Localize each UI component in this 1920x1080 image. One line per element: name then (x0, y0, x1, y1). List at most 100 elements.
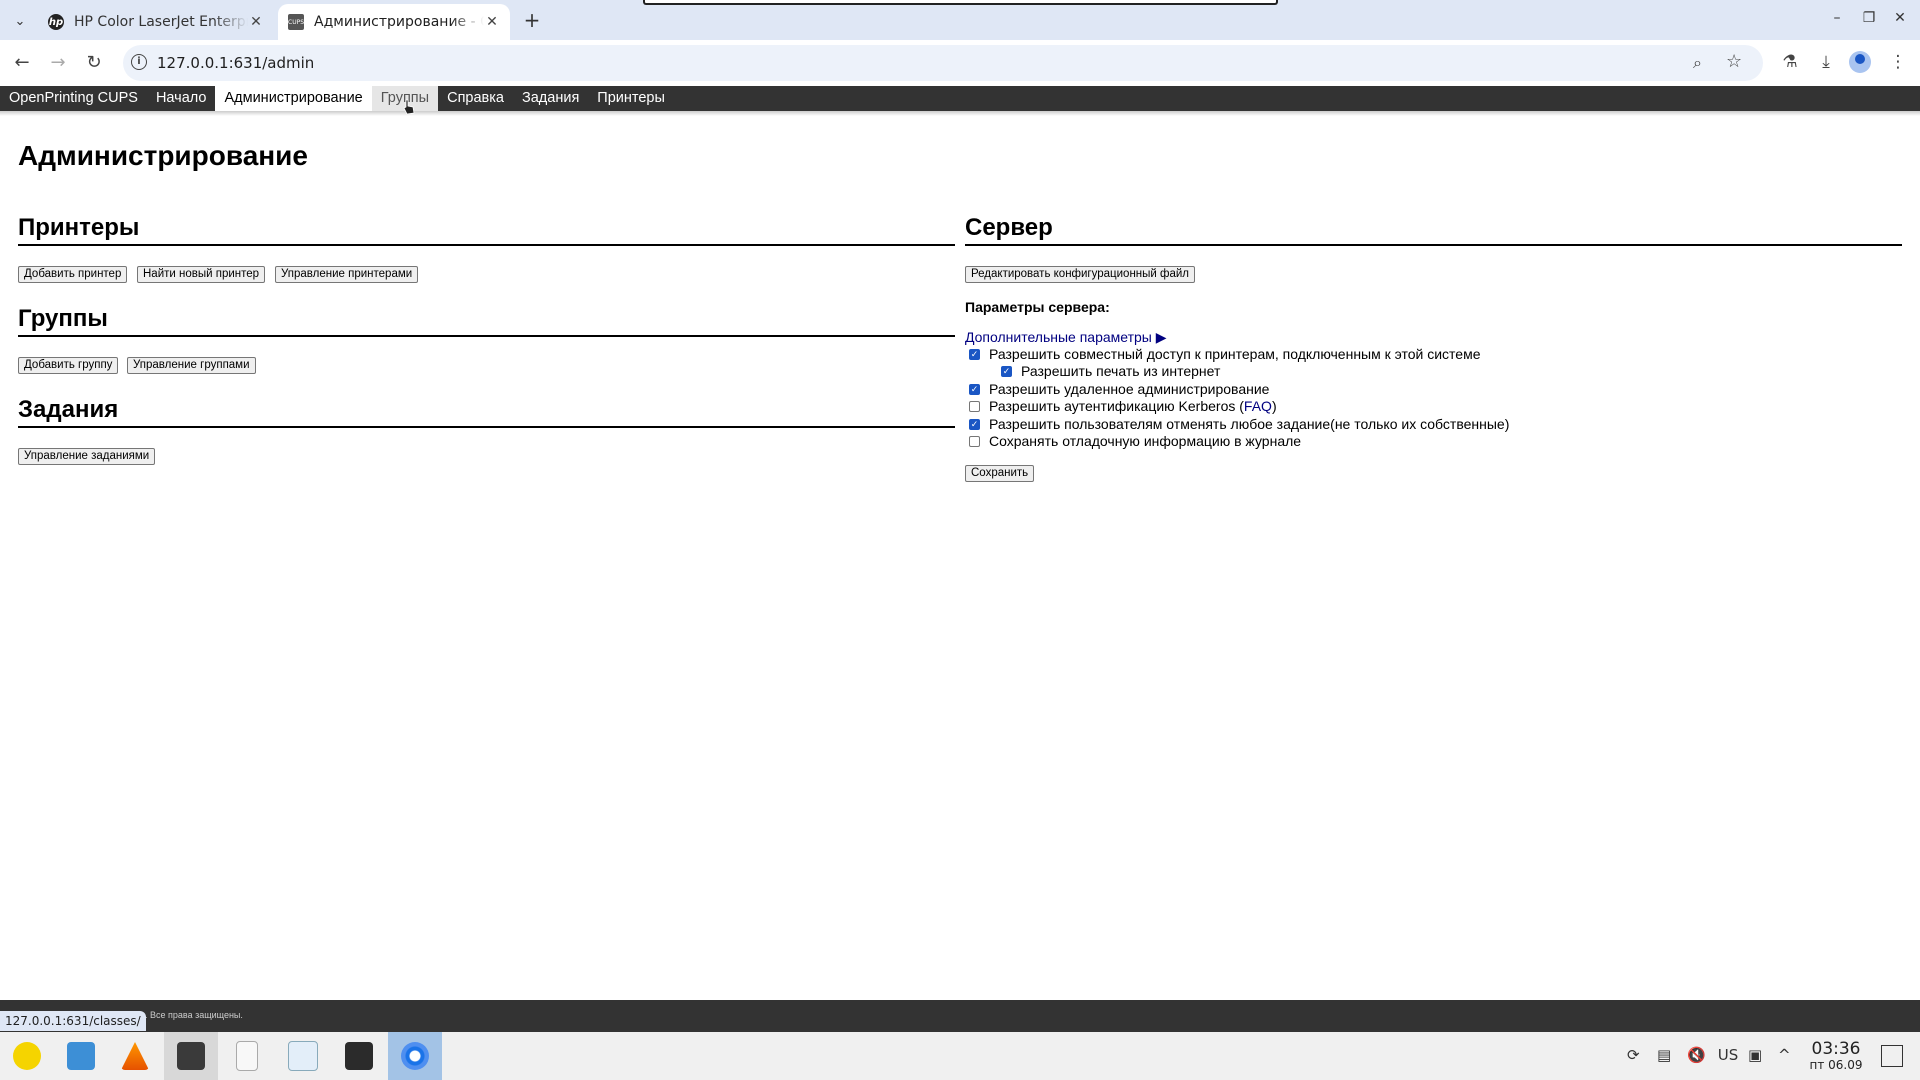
nav-help[interactable]: Справка (438, 86, 513, 111)
close-icon[interactable]: ✕ (248, 14, 264, 30)
keyboard-layout-indicator[interactable]: US (1716, 1046, 1740, 1064)
add-printer-button[interactable]: Добавить принтер (18, 266, 128, 283)
add-group-button[interactable]: Добавить группу (18, 357, 119, 374)
edit-config-file-button[interactable]: Редактировать конфигурационный файл (965, 266, 1196, 283)
terminal-icon (177, 1042, 205, 1070)
cups-navigation-bar: OpenPrinting CUPS Начало Администрирован… (0, 86, 1920, 111)
cancel-any-job-checkbox[interactable]: ✓ (969, 418, 980, 430)
tab-admin-cups[interactable]: CUPS Администрирование - CUPS ✕ (278, 4, 510, 40)
profile-avatar-icon[interactable] (1849, 51, 1871, 73)
drawing-icon (288, 1041, 318, 1071)
speaker-muted-icon[interactable]: 🔇 (1687, 1046, 1706, 1064)
settings-sliders-icon (345, 1042, 373, 1070)
mouse-pointer-hand-icon (403, 99, 415, 115)
page-title: Администрирование (18, 140, 308, 171)
browser-toolbar: ← → ↻ i 127.0.0.1:631/admin ⌕ ☆ ⚗ ⤓ ⋮ (0, 40, 1920, 86)
os-taskbar: ⟳ ▤ 🔇 US ▣ ^ 03:36 пт 06.09 (0, 1032, 1920, 1080)
taskbar-terminal[interactable] (164, 1032, 218, 1080)
tab-hp-printer[interactable]: hp HP Color LaserJet Enterprise ✕ (38, 4, 274, 40)
folder-icon (67, 1042, 95, 1070)
taskbar-vlc[interactable] (108, 1032, 162, 1080)
tab-title: Администрирование - CUPS (314, 14, 484, 30)
server-heading: Сервер (965, 214, 1902, 246)
find-new-printer-button[interactable]: Найти новый принтер (137, 266, 266, 283)
option-kerberos[interactable]: Разрешить аутентификацию Kerberos (FAQ) (969, 398, 1277, 414)
option-debug-logging[interactable]: Сохранять отладочную информацию в журнал… (969, 433, 1301, 449)
new-tab-plus-icon[interactable]: + (520, 8, 544, 32)
tab-search-icon[interactable]: ⌄ (8, 9, 32, 33)
groups-heading: Группы (18, 305, 955, 337)
taskbar-image-editor[interactable] (276, 1032, 330, 1080)
browser-tab-strip: ⌄ hp HP Color LaserJet Enterprise ✕ CUPS… (0, 0, 1920, 40)
link-status-bubble: 127.0.0.1:631/classes/ (0, 1011, 146, 1031)
download-icon[interactable]: ⤓ (1814, 52, 1838, 72)
option-allow-internet-printing[interactable]: ✓ Разрешить печать из интернет (1001, 363, 1220, 379)
address-bar[interactable]: i 127.0.0.1:631/admin ⌕ ☆ (123, 45, 1763, 81)
debug-logging-checkbox[interactable] (969, 435, 980, 447)
window-drag-handle[interactable] (643, 0, 1278, 5)
close-window-icon[interactable]: ✕ (1890, 10, 1910, 26)
address-url[interactable]: 127.0.0.1:631/admin (157, 54, 314, 72)
option-label: Разрешить аутентификацию Kerberos ( (989, 398, 1244, 414)
remote-admin-checkbox[interactable]: ✓ (969, 383, 980, 395)
option-cancel-any-job[interactable]: ✓ Разрешить пользователям отменять любое… (969, 416, 1509, 432)
footer-copyright: ig. Все права защищены. (138, 1010, 243, 1020)
share-printers-checkbox[interactable]: ✓ (969, 348, 980, 360)
basealt-logo-icon (13, 1042, 41, 1070)
taskbar-settings[interactable] (332, 1032, 386, 1080)
nav-home[interactable]: Начало (147, 86, 216, 111)
manage-groups-button[interactable]: Управление группами (127, 357, 256, 374)
kerberos-checkbox[interactable] (969, 400, 980, 412)
faq-link[interactable]: FAQ (1244, 398, 1272, 414)
advanced-settings-link[interactable]: Дополнительные параметры ▶ (965, 329, 1167, 346)
server-params-label: Параметры сервера: (965, 299, 1110, 315)
clipboard-icon[interactable]: ▤ (1657, 1046, 1671, 1064)
clock-time: 03:36 (1811, 1039, 1861, 1059)
tab-title: HP Color LaserJet Enterprise (74, 14, 248, 30)
taskbar-file-manager[interactable] (54, 1032, 108, 1080)
vlc-cone-icon (121, 1042, 149, 1070)
tray-expand-chevron-icon[interactable]: ^ (1778, 1046, 1791, 1064)
cups-favicon-icon: CUPS (288, 14, 304, 30)
back-arrow-icon[interactable]: ← (9, 50, 35, 76)
option-label: Разрешить пользователям отменять любое з… (989, 416, 1510, 432)
sync-icon[interactable]: ⟳ (1627, 1046, 1640, 1064)
labs-flask-icon[interactable]: ⚗ (1778, 52, 1802, 72)
option-label: Разрешить печать из интернет (1021, 363, 1221, 379)
zoom-icon[interactable]: ⌕ (1693, 53, 1702, 73)
manage-printers-button[interactable]: Управление принтерами (275, 266, 419, 283)
option-label-suffix: ) (1271, 398, 1277, 414)
start-menu-button[interactable] (0, 1032, 54, 1080)
hp-favicon-icon: hp (48, 14, 64, 30)
nav-shadow (0, 111, 1920, 116)
option-remote-admin[interactable]: ✓ Разрешить удаленное администрирование (969, 381, 1269, 397)
restore-icon[interactable]: ❐ (1859, 10, 1879, 26)
taskbar-chromium[interactable] (388, 1032, 442, 1080)
menu-kebab-icon[interactable]: ⋮ (1886, 52, 1910, 72)
save-button[interactable]: Сохранить (965, 465, 1035, 482)
bookmark-star-icon[interactable]: ☆ (1726, 51, 1742, 72)
system-clock[interactable]: 03:36 пт 06.09 (1796, 1040, 1876, 1072)
nav-printers[interactable]: Принтеры (588, 86, 674, 111)
close-icon[interactable]: ✕ (484, 14, 500, 30)
site-info-icon[interactable]: i (131, 54, 147, 70)
minimize-icon[interactable]: – (1827, 10, 1847, 26)
browser-icon (401, 1042, 429, 1070)
taskbar-text-editor[interactable] (220, 1032, 274, 1080)
option-share-printers[interactable]: ✓ Разрешить совместный доступ к принтера… (969, 346, 1481, 362)
cups-footer: ig. Все права защищены. (0, 1000, 1920, 1032)
jobs-heading: Задания (18, 396, 955, 428)
printers-heading: Принтеры (18, 214, 955, 246)
nav-jobs[interactable]: Задания (513, 86, 588, 111)
option-label: Разрешить удаленное администрирование (989, 381, 1270, 397)
clock-date: пт 06.09 (1809, 1058, 1863, 1072)
network-icon[interactable]: ▣ (1748, 1046, 1762, 1064)
nav-administration[interactable]: Администрирование (215, 86, 372, 111)
show-desktop-button[interactable] (1881, 1045, 1903, 1067)
reload-icon[interactable]: ↻ (81, 50, 107, 76)
forward-arrow-icon[interactable]: → (45, 50, 71, 76)
internet-printing-checkbox[interactable]: ✓ (1001, 365, 1012, 377)
option-label: Разрешить совместный доступ к принтерам,… (989, 346, 1481, 362)
nav-openprinting-cups[interactable]: OpenPrinting CUPS (0, 86, 147, 111)
manage-jobs-button[interactable]: Управление заданиями (18, 448, 156, 465)
